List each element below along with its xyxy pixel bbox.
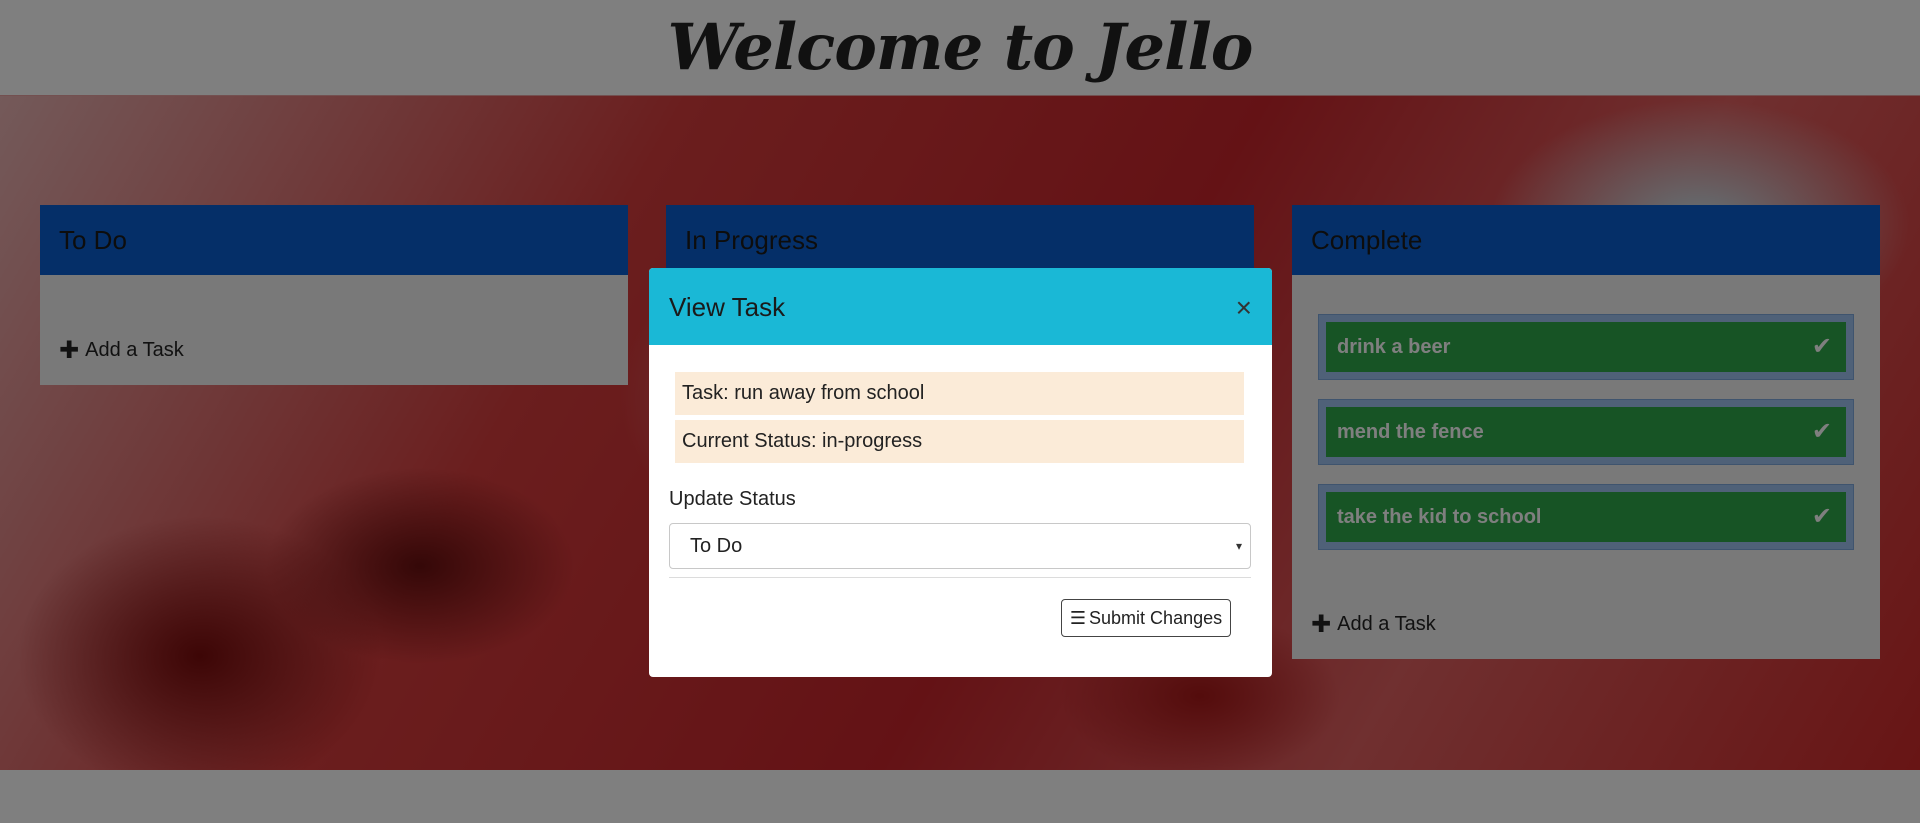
chevron-down-icon: ▾ <box>1235 539 1242 553</box>
update-status-label: Update Status <box>669 488 796 510</box>
current-status-field: Current Status: in-progress <box>675 420 1244 463</box>
modal-header: View Task × <box>649 268 1272 345</box>
view-task-modal: View Task × Task: run away from school C… <box>649 268 1272 677</box>
close-icon[interactable]: × <box>1236 268 1252 347</box>
modal-title: View Task <box>669 292 786 322</box>
submit-changes-button[interactable]: ☰ Submit Changes <box>1061 599 1231 637</box>
status-select[interactable]: To Do ▾ <box>669 523 1251 569</box>
task-name-field: Task: run away from school <box>675 372 1244 415</box>
modal-divider <box>669 577 1251 578</box>
submit-changes-label: Submit Changes <box>1089 608 1223 628</box>
list-icon: ☰ <box>1069 608 1087 628</box>
status-select-value: To Do <box>690 535 743 557</box>
